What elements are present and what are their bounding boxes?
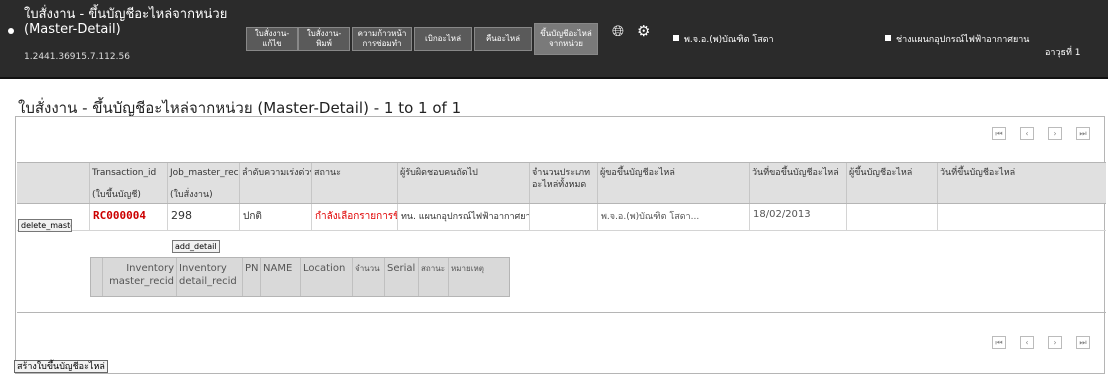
globe-icon[interactable]: 🌐︎ [612, 22, 624, 40]
app-screen: ใบสั่งงาน - ขึ้นบัญชีอะไหล่จากหน่วย (Mas… [0, 0, 1108, 385]
department-bullet-icon [885, 35, 891, 41]
detail-table: Inventory master_recid Inventory detail_… [90, 257, 510, 297]
cell-record-date [937, 204, 1106, 230]
header-label: วันที่ขอขึ้นบัญชีอะไหล่ [752, 168, 839, 178]
header-record-date[interactable]: วันที่ขึ้นบัญชีอะไหล่ [937, 163, 1106, 203]
header-next-responsible[interactable]: ผู้รับผิดชอบคนถัดไป [397, 163, 529, 203]
department-tail: อาวุธที่ 1 [1045, 48, 1081, 58]
next-page-icon[interactable]: › [1048, 336, 1062, 349]
table-row: RC000004 298 ปกติ กำลังเลือกรายการขึ้นบั… [17, 204, 1106, 231]
nav-withdraw-parts[interactable]: เบิกอะไหล่ [414, 27, 472, 51]
app-title: ใบสั่งงาน - ขึ้นบัญชีอะไหล่จากหน่วย (Mas… [8, 7, 227, 37]
detail-header-serial[interactable]: Serial [385, 258, 419, 296]
header-part-types[interactable]: จำนวนประเภท อะไหล่ทั้งหมด [529, 163, 597, 203]
nav-job-edit[interactable]: ใบสั่งงาน-แก้ไข [246, 27, 298, 51]
detail-header-quantity[interactable]: จำนวน [353, 258, 385, 296]
cell-part-types [529, 204, 597, 230]
cell-request-date: 18/02/2013 [749, 204, 846, 230]
department-menu[interactable]: ช่างแผนกอุปกรณ์ไฟฟ้าอากาศยาน อาวุธที่ 1 [885, 32, 1105, 58]
header-label: จำนวนประเภท อะไหล่ทั้งหมด [532, 168, 591, 190]
pager-bottom: ⏮ ‹ › ⏭ [978, 336, 1090, 349]
bullet-icon [8, 28, 14, 34]
last-page-icon[interactable]: ⏭ [1076, 336, 1090, 349]
cell-status: กำลังเลือกรายการขึ้นบัญชี [311, 204, 397, 230]
cell-requester: พ.จ.อ.(พ)บัณฑิต โสดา... [597, 204, 749, 230]
version-label: 1.2441.36915.7.112.56 [24, 52, 130, 62]
header-label: ผู้ขึ้นบัญชีอะไหล่ [849, 168, 913, 178]
app-title-line1: ใบสั่งงาน - ขึ้นบัญชีอะไหล่จากหน่วย [24, 7, 228, 22]
detail-header-detail-recid[interactable]: Inventory detail_recid [177, 258, 243, 296]
cell-transaction-id[interactable]: RC000004 [89, 204, 167, 230]
cell-priority: ปกติ [239, 204, 311, 230]
app-title-line2: (Master-Detail) [24, 22, 121, 37]
pager-top: ⏮ ‹ › ⏭ [978, 127, 1090, 140]
user-menu[interactable]: พ.จ.อ.(พ)บัณฑิต โสดา [673, 32, 774, 46]
header-requester[interactable]: ผู้ขอขึ้นบัญชีอะไหล่ [597, 163, 749, 203]
detail-header-status[interactable]: สถานะ [419, 258, 449, 296]
app-header: ใบสั่งงาน - ขึ้นบัญชีอะไหล่จากหน่วย (Mas… [0, 0, 1108, 79]
header-sub: (ใบขึ้นบัญชี) [92, 190, 141, 200]
nav-repair-progress[interactable]: ความก้าวหน้า การซ่อมทำ [352, 27, 412, 51]
next-page-icon[interactable]: › [1048, 127, 1062, 140]
header-label: ลำดับความเร่งด่วน [242, 168, 311, 178]
prev-page-icon[interactable]: ‹ [1020, 336, 1034, 349]
header-job-master[interactable]: Job_master_recid (ใบสั่งงาน) [167, 163, 239, 203]
nav-return-parts[interactable]: คืนอะไหล่ [474, 27, 532, 51]
detail-header-master-recid[interactable]: Inventory master_recid [103, 258, 177, 296]
nav-job-print[interactable]: ใบสั่งงาน-พิมพ์ [298, 27, 350, 51]
detail-header-pn[interactable]: PN [243, 258, 261, 296]
header-label: ผู้ขอขึ้นบัญชีอะไหล่ [600, 168, 675, 178]
nav-register-parts[interactable]: ขึ้นบัญชีอะไหล่ จากหน่วย [534, 23, 598, 55]
first-page-icon[interactable]: ⏮ [992, 336, 1006, 349]
header-recorder[interactable]: ผู้ขึ้นบัญชีอะไหล่ [846, 163, 937, 203]
delete-master-button[interactable]: delete_master [18, 219, 72, 232]
header-priority[interactable]: ลำดับความเร่งด่วน [239, 163, 311, 203]
cell-next-responsible: ทน. แผนกอุปกรณ์ไฟฟ้าอากาศยาน [397, 204, 529, 230]
cell-job-master: 298 [167, 204, 239, 230]
create-register-button[interactable]: สร้างใบขึ้นบัญชีอะไหล่ [14, 360, 108, 373]
detail-header-name[interactable]: NAME [261, 258, 301, 296]
first-page-icon[interactable]: ⏮ [992, 127, 1006, 140]
header-label: สถานะ [314, 168, 341, 178]
header-transaction-id[interactable]: Transaction_id (ใบขึ้นบัญชี) [89, 163, 167, 203]
header-label: ผู้รับผิดชอบคนถัดไป [400, 168, 478, 178]
header-sub: (ใบสั่งงาน) [170, 190, 213, 200]
header-actions [17, 163, 89, 203]
header-label: Transaction_id [92, 168, 157, 178]
user-bullet-icon [673, 35, 679, 41]
cell-recorder [846, 204, 937, 230]
detail-header-remark[interactable]: หมายเหตุ [449, 258, 509, 296]
header-label: Job_master_recid [170, 168, 239, 178]
add-detail-button[interactable]: add_detail [172, 240, 220, 253]
prev-page-icon[interactable]: ‹ [1020, 127, 1034, 140]
detail-header-location[interactable]: Location [301, 258, 353, 296]
gear-icon[interactable]: ⚙ [637, 22, 650, 40]
last-page-icon[interactable]: ⏭ [1076, 127, 1090, 140]
header-status[interactable]: สถานะ [311, 163, 397, 203]
master-header-row: Transaction_id (ใบขึ้นบัญชี) Job_master_r… [17, 163, 1106, 204]
header-label: วันที่ขึ้นบัญชีอะไหล่ [940, 168, 1016, 178]
detail-header-actions [91, 258, 103, 296]
header-request-date[interactable]: วันที่ขอขึ้นบัญชีอะไหล่ [749, 163, 846, 203]
department-name: ช่างแผนกอุปกรณ์ไฟฟ้าอากาศยาน [896, 35, 1030, 45]
user-name: พ.จ.อ.(พ)บัณฑิต โสดา [684, 35, 774, 45]
